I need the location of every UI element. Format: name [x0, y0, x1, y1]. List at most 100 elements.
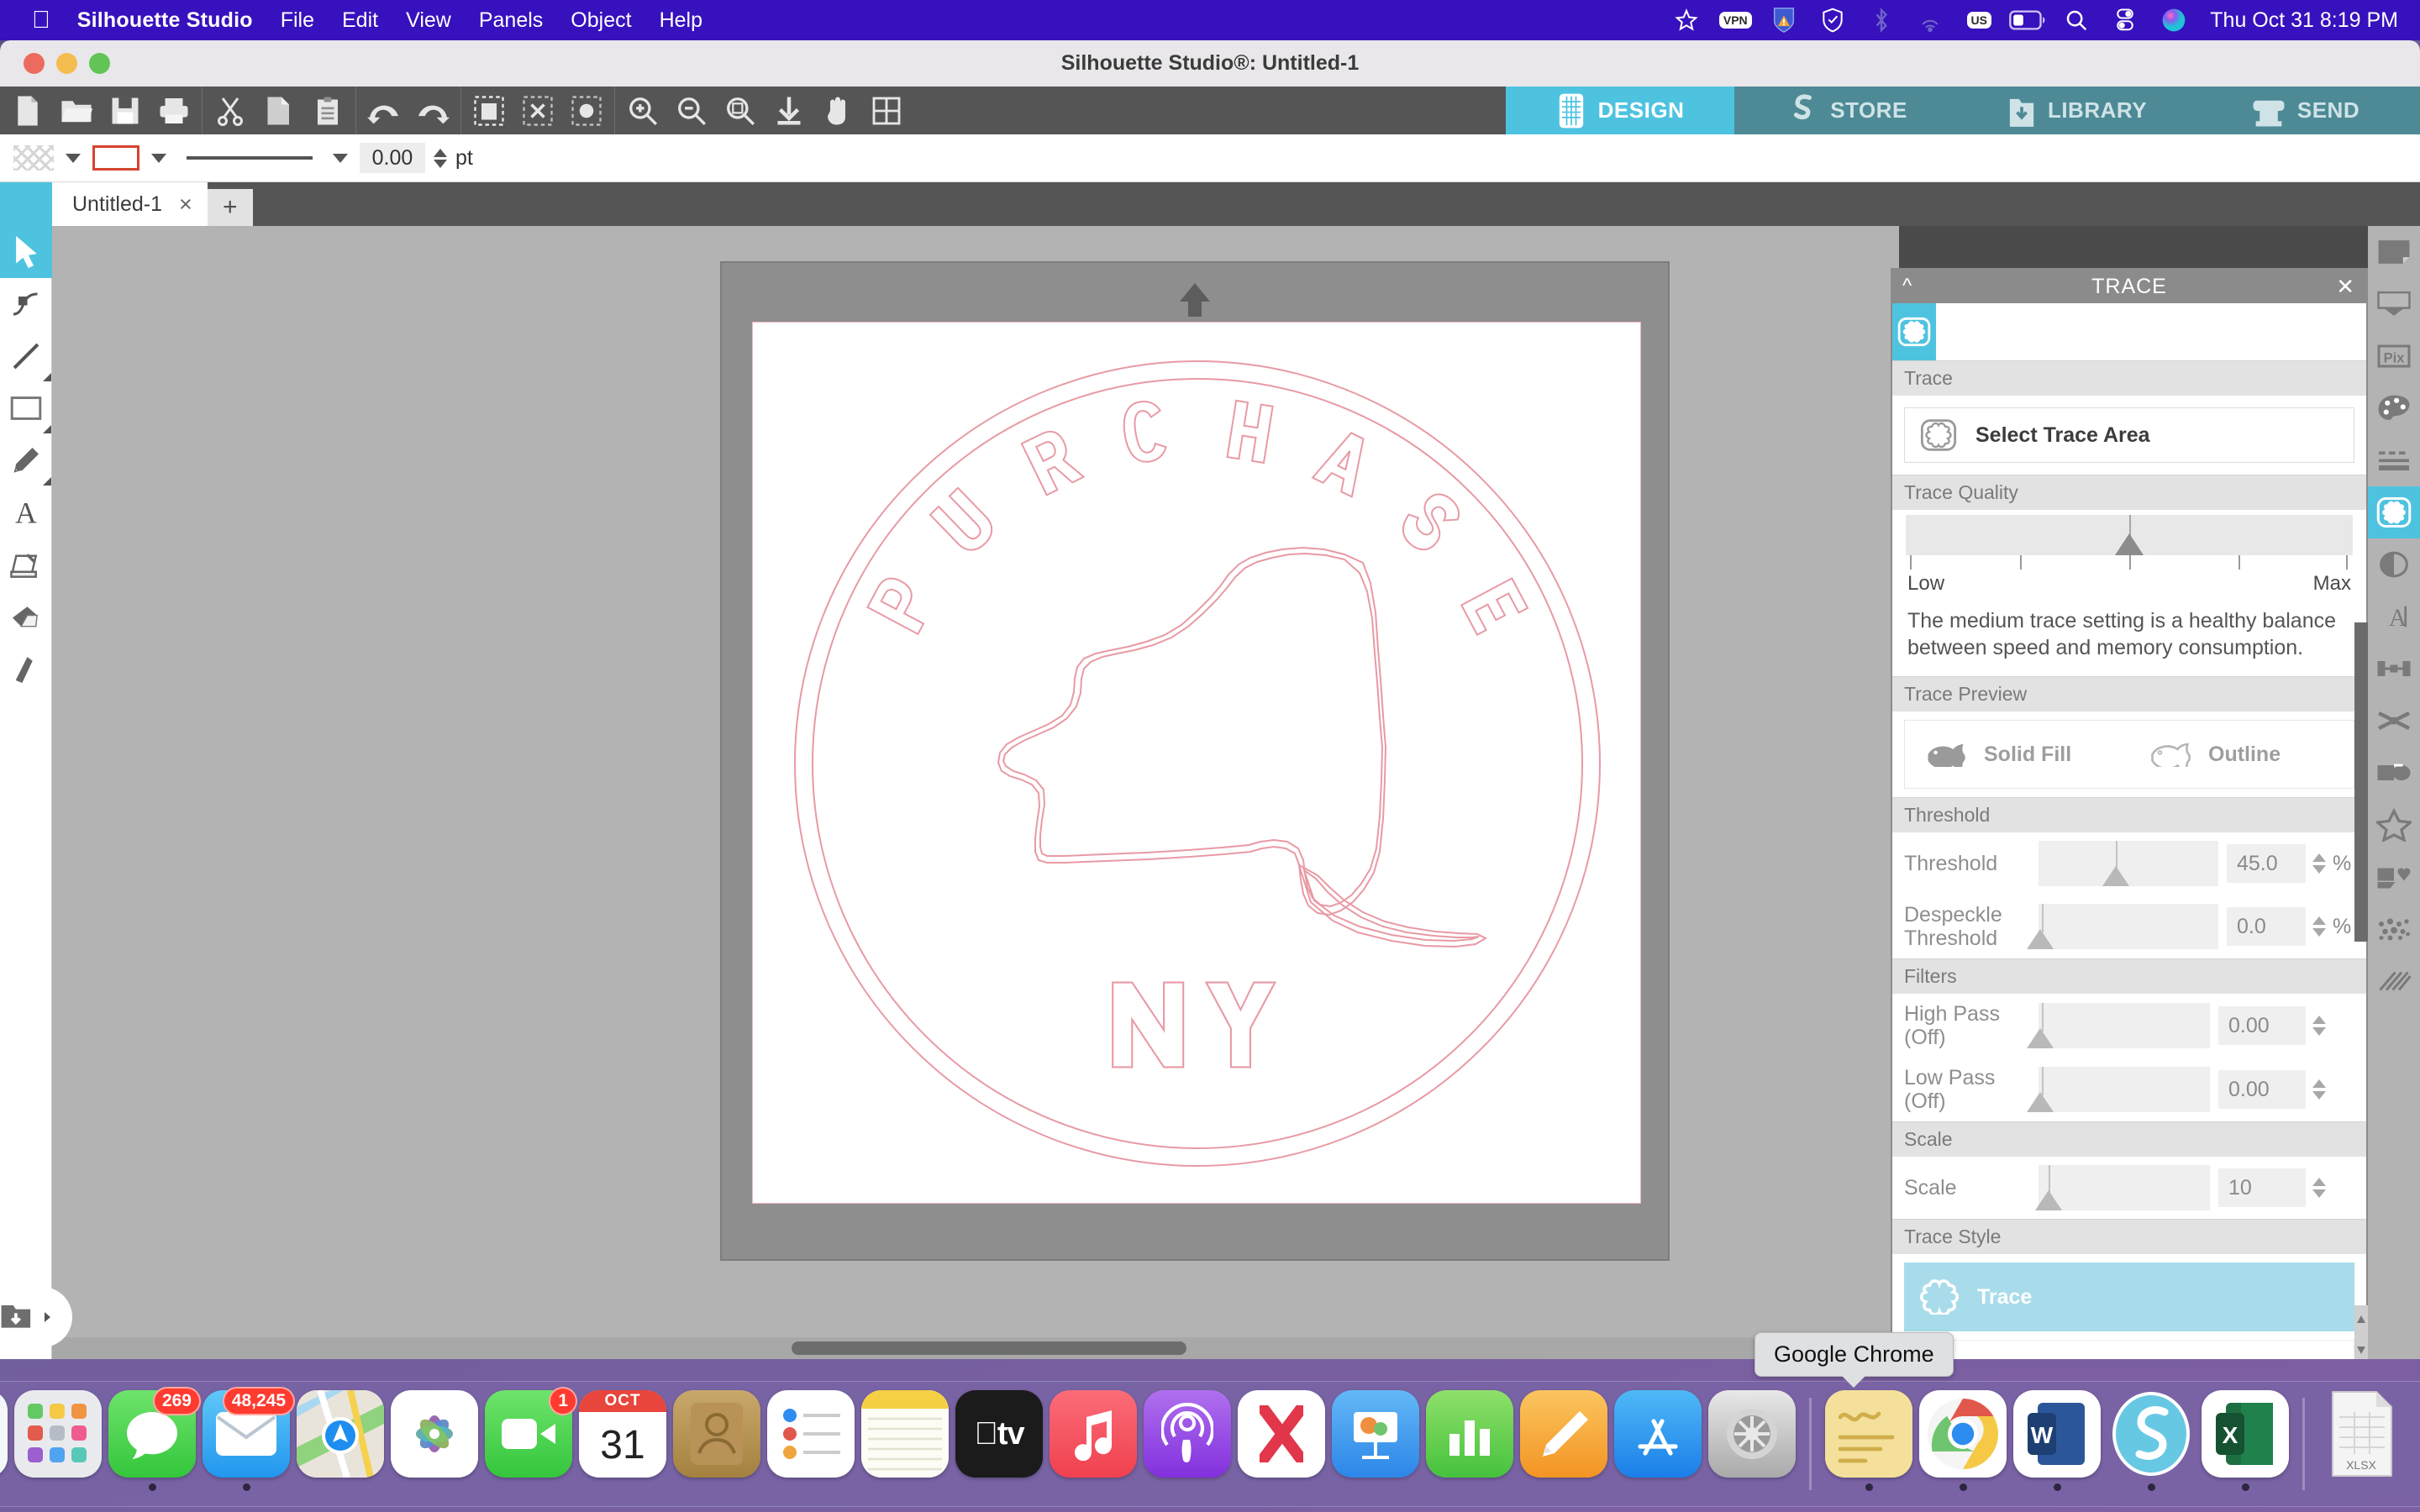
- dock-item-facetime[interactable]: 1: [481, 1387, 577, 1499]
- menu-item-file[interactable]: File: [281, 8, 314, 33]
- sketch-tool[interactable]: [0, 538, 52, 591]
- edit-points-tool[interactable]: [0, 278, 52, 330]
- stipple-icon[interactable]: [2368, 903, 2420, 955]
- trace-panel-scrollbar-thumb[interactable]: [2354, 622, 2368, 942]
- dock-item-pages[interactable]: [1517, 1390, 1611, 1499]
- podcasts-icon[interactable]: [1144, 1390, 1231, 1478]
- rhinestone-icon[interactable]: [2368, 955, 2420, 1007]
- star-icon[interactable]: [1662, 0, 1711, 40]
- trace-tab-icon[interactable]: [1892, 303, 1936, 360]
- trace-quality-thumb[interactable]: [2115, 533, 2144, 555]
- dock-item-notes[interactable]: [858, 1390, 952, 1499]
- horizontal-scrollbar-thumb[interactable]: [792, 1341, 1186, 1355]
- menu-item-view[interactable]: View: [406, 8, 451, 33]
- dock-item-calendar[interactable]: OCT 31: [576, 1390, 670, 1499]
- bluetooth-icon[interactable]: [1857, 0, 1906, 40]
- delete-x-icon[interactable]: [513, 87, 562, 134]
- print-icon[interactable]: [150, 87, 198, 134]
- save-icon[interactable]: [101, 87, 150, 134]
- line-weight-stepper[interactable]: [434, 148, 447, 168]
- undo-icon[interactable]: [360, 87, 408, 134]
- page-setup-icon[interactable]: [2368, 226, 2420, 278]
- solid-fill-option[interactable]: Solid Fill: [1905, 742, 2129, 767]
- menu-item-edit[interactable]: Edit: [342, 8, 378, 33]
- input-source-us-icon[interactable]: US: [1954, 0, 2003, 40]
- close-x-icon[interactable]: ✕: [2336, 274, 2354, 300]
- dock-item-appstore[interactable]: [1611, 1390, 1705, 1499]
- rectangle-tool[interactable]: [0, 382, 52, 434]
- appletv-icon[interactable]: tv: [955, 1390, 1043, 1478]
- trace-quality-track[interactable]: [1906, 515, 2353, 555]
- low-pass-stepper[interactable]: [2312, 1079, 2326, 1100]
- align-icon[interactable]: [2368, 643, 2420, 695]
- cut-scissors-icon[interactable]: [206, 87, 255, 134]
- pan-hand-icon[interactable]: [813, 87, 862, 134]
- vpn-icon[interactable]: VPN: [1711, 0, 1760, 40]
- close-window-button[interactable]: [24, 53, 45, 74]
- dock-item-mail[interactable]: 48,245: [199, 1387, 295, 1499]
- zoom-in-icon[interactable]: [618, 87, 667, 134]
- contacts-icon[interactable]: [673, 1390, 760, 1478]
- control-center-icon[interactable]: [2101, 0, 2149, 40]
- new-tab-button[interactable]: +: [207, 189, 253, 226]
- replicate-icon[interactable]: [2368, 747, 2420, 799]
- keynote-icon[interactable]: [1332, 1390, 1419, 1478]
- horizontal-scrollbar[interactable]: [52, 1337, 1899, 1359]
- outline-option[interactable]: Outline: [2129, 742, 2354, 767]
- system-preferences-gear-icon[interactable]: [1708, 1390, 1796, 1478]
- dock-item-chrome[interactable]: [1916, 1390, 2010, 1499]
- line-style-chevron-down-icon[interactable]: [333, 153, 348, 163]
- launchpad-icon[interactable]: [14, 1390, 102, 1478]
- tab-send[interactable]: SEND: [2191, 87, 2420, 134]
- maps-icon[interactable]: [297, 1390, 384, 1478]
- dock-item-news[interactable]: [1234, 1390, 1328, 1499]
- duplicate-icon[interactable]: [465, 87, 513, 134]
- threshold-slider[interactable]: [2039, 841, 2218, 886]
- draw-pencil-tool[interactable]: [0, 434, 52, 486]
- purchase-ny-artwork[interactable]: [753, 323, 1642, 1205]
- rectangle-tool-flyout-icon[interactable]: [43, 425, 51, 433]
- tab-store[interactable]: STORE: [1734, 87, 1963, 134]
- word-icon[interactable]: W: [2013, 1390, 2101, 1478]
- dock-item-word[interactable]: W: [2010, 1390, 2104, 1499]
- threshold-value-field[interactable]: 45.0: [2227, 844, 2306, 883]
- text-style-icon[interactable]: A: [2368, 591, 2420, 643]
- zoom-selection-icon[interactable]: [716, 87, 765, 134]
- trace-icon[interactable]: [2368, 486, 2420, 538]
- cutting-mat-icon[interactable]: [2368, 278, 2420, 330]
- new-document-icon[interactable]: [3, 87, 52, 134]
- low-pass-value-field[interactable]: 0.00: [2218, 1070, 2306, 1109]
- dock-item-stickies[interactable]: [1822, 1390, 1916, 1499]
- fill-swatch[interactable]: [13, 145, 54, 171]
- dock-item-appletv[interactable]: tv: [952, 1390, 1046, 1499]
- shield-check-icon[interactable]: [1808, 0, 1857, 40]
- dock-item-podcasts[interactable]: [1140, 1390, 1234, 1499]
- dock-item-launchpad[interactable]: [11, 1390, 105, 1499]
- line-tool[interactable]: [0, 330, 52, 382]
- fill-palette-icon[interactable]: [2368, 382, 2420, 434]
- chrome-icon[interactable]: [1919, 1390, 2007, 1478]
- excel-icon[interactable]: X: [2202, 1390, 2289, 1478]
- calendar-icon[interactable]: OCT 31: [579, 1390, 666, 1478]
- scale-value-field[interactable]: 10: [2218, 1168, 2306, 1207]
- threshold-stepper[interactable]: [2312, 853, 2326, 874]
- maximize-window-button[interactable]: [89, 53, 110, 74]
- low-pass-slider[interactable]: [2027, 1067, 2210, 1112]
- scale-slider[interactable]: [2035, 1165, 2210, 1210]
- finder-icon[interactable]: [0, 1390, 8, 1478]
- tab-library[interactable]: LIBRARY: [1963, 87, 2191, 134]
- high-pass-value-field[interactable]: 0.00: [2218, 1006, 2306, 1045]
- chevron-up-icon[interactable]: ^: [1902, 275, 1912, 298]
- trace-quality-slider[interactable]: Low Max: [1892, 510, 2366, 602]
- trace-style-option-outer-edge[interactable]: Trace Outer Edge: [1904, 1340, 2354, 1359]
- apple-logo-icon[interactable]: : [32, 8, 50, 33]
- dock-item-xlsx-file[interactable]: XLSX: [2315, 1390, 2409, 1499]
- dock-item-finder[interactable]: [0, 1390, 11, 1499]
- select-area-icon[interactable]: [562, 87, 611, 134]
- reminders-icon[interactable]: [767, 1390, 855, 1478]
- scale-thumb[interactable]: [2035, 1190, 2063, 1210]
- airdrop-icon[interactable]: [1906, 0, 1954, 40]
- threshold-thumb[interactable]: [2102, 866, 2130, 886]
- fit-to-page-icon[interactable]: [765, 87, 813, 134]
- trace-style-option-trace[interactable]: Trace: [1904, 1263, 2354, 1331]
